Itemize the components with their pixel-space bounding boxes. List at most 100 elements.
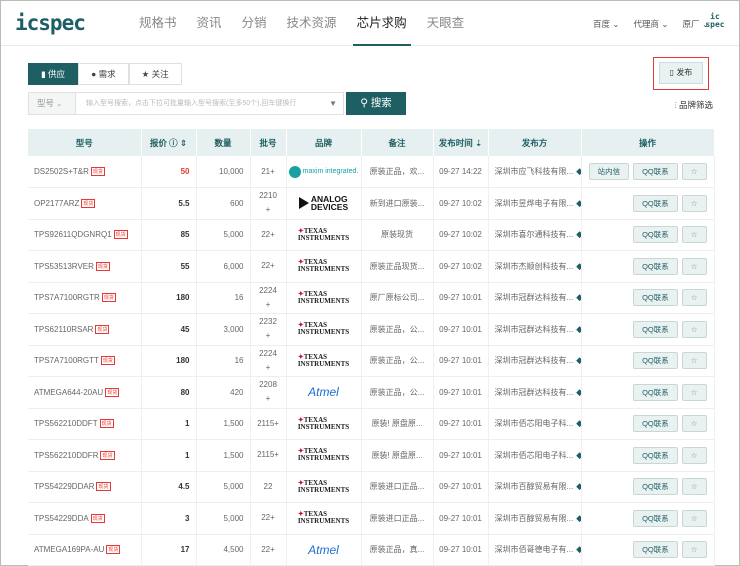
publisher-cell[interactable]: 深圳市应飞科技有限...◆ — [488, 156, 582, 188]
tab-supply[interactable]: ▮ 供应 — [28, 63, 79, 85]
right-nav-dropdown[interactable]: 百度 ⌄ — [593, 18, 619, 30]
nav-item[interactable]: 资讯 — [187, 1, 232, 46]
right-nav-dropdown[interactable]: 代理商 ⌄ — [634, 18, 669, 30]
publisher-name[interactable]: 深圳市杰顺创科技有... — [495, 262, 574, 271]
qq-contact-button[interactable]: QQ联系 — [633, 383, 678, 401]
part-number[interactable]: TPS62110RSAR — [34, 325, 93, 334]
star-icon[interactable]: ☆ — [681, 415, 707, 433]
publisher-name[interactable]: 深圳市冠群达科技有... — [495, 388, 574, 397]
publish-button[interactable]: ▯ 发布 — [659, 62, 703, 84]
star-icon[interactable]: ☆ — [681, 289, 707, 307]
part-number-cell[interactable]: TPS562210DDFR 现货 — [28, 439, 142, 472]
part-number[interactable]: ATMEGA644-20AU — [34, 388, 103, 397]
brand-cell[interactable]: maxim integrated. — [286, 156, 362, 188]
brand-cell[interactable]: ✦TEXAS INSTRUMENTS — [286, 345, 362, 377]
qq-contact-button[interactable]: QQ联系 — [633, 194, 678, 212]
publisher-name[interactable]: 深圳市冠群达科技有... — [495, 293, 574, 302]
part-number[interactable]: TPS92611QDGNRQ1 — [34, 230, 112, 239]
publisher-cell[interactable]: 深圳市百醇贸易有限...◆ — [488, 502, 582, 535]
brand-filter-button[interactable]: ⫶ 品牌筛选 — [674, 99, 713, 111]
qq-contact-button[interactable]: QQ联系 — [633, 446, 678, 464]
brand-cell[interactable]: ✦TEXAS INSTRUMENTS — [286, 219, 362, 251]
qq-contact-button[interactable]: QQ联系 — [633, 415, 678, 433]
publisher-cell[interactable]: 深圳市佰芯阳电子科...◆ — [488, 439, 582, 472]
publisher-cell[interactable]: 深圳市冠群达科技有...◆ — [488, 313, 582, 346]
star-icon[interactable]: ☆ — [681, 163, 707, 180]
nav-item[interactable]: 天眼查 — [417, 1, 475, 46]
publisher-cell[interactable]: 深圳市冠群达科技有...◆ — [488, 345, 582, 377]
search-type-select[interactable]: 型号 ⌄ — [28, 92, 76, 115]
brand-cell[interactable]: Atmel — [286, 534, 362, 566]
qq-contact-button[interactable]: QQ联系 — [633, 289, 678, 307]
publisher-name[interactable]: 深圳市佰哥德电子有... — [495, 545, 574, 554]
publisher-name[interactable]: 深圳市百醇贸易有限... — [495, 482, 574, 491]
publisher-cell[interactable]: 深圳市百醇贸易有限...◆ — [488, 471, 582, 503]
star-icon[interactable]: ☆ — [681, 226, 707, 244]
star-icon[interactable]: ☆ — [681, 478, 707, 496]
tab-follow[interactable]: ★ 关注 — [128, 63, 182, 85]
nav-item[interactable]: 技术资源 — [277, 1, 347, 46]
publisher-cell[interactable]: 深圳市冠群达科技有...◆ — [488, 282, 582, 314]
star-icon[interactable]: ☆ — [681, 383, 707, 401]
part-number[interactable]: TPS53513RVER — [34, 262, 94, 271]
tab-demand[interactable]: ● 需求 — [78, 63, 129, 85]
publisher-name[interactable]: 深圳市佰芯阳电子科... — [495, 451, 574, 460]
qq-contact-button[interactable]: QQ联系 — [633, 509, 678, 527]
nav-item[interactable]: 分销 — [232, 1, 277, 46]
part-number-cell[interactable]: TPS53513RVER 现货 — [28, 250, 142, 283]
part-number[interactable]: DS2502S+T&R — [34, 167, 89, 176]
qq-contact-button[interactable]: QQ联系 — [633, 257, 678, 275]
star-icon[interactable]: ☆ — [681, 194, 707, 212]
publisher-cell[interactable]: 深圳市佰芯阳电子科...◆ — [488, 408, 582, 440]
publisher-cell[interactable]: 深圳市冠群达科技有...◆ — [488, 376, 582, 409]
part-number-cell[interactable]: TPS54229DDAR 现货 — [28, 471, 142, 503]
mini-logo[interactable]: ic spec — [705, 13, 725, 29]
logo[interactable]: icspec — [15, 11, 86, 35]
publisher-cell[interactable]: 深圳市昱烨电子有限...◆ — [488, 187, 582, 220]
qq-contact-button[interactable]: QQ联系 — [633, 478, 678, 496]
part-number[interactable]: TPS54229DDA — [34, 514, 89, 523]
publisher-cell[interactable]: 深圳市喜尔通科技有...◆ — [488, 219, 582, 251]
brand-cell[interactable]: ✦TEXAS INSTRUMENTS — [286, 502, 362, 535]
part-number[interactable]: TPS7A7100RGTR — [34, 293, 100, 302]
part-number-cell[interactable]: ATMEGA169PA-AU 现货 — [28, 534, 142, 566]
qq-contact-button[interactable]: QQ联系 — [633, 541, 678, 559]
brand-cell[interactable]: Atmel — [286, 376, 362, 409]
part-number-cell[interactable]: TPS54229DDA 现货 — [28, 502, 142, 535]
publisher-cell[interactable]: 深圳市佰哥德电子有...◆ — [488, 534, 582, 566]
part-number-cell[interactable]: TPS62110RSAR 现货 — [28, 313, 142, 346]
message-button[interactable]: 站内信 — [588, 163, 630, 180]
part-number-cell[interactable]: TPS562210DDFT 现货 — [28, 408, 142, 440]
publisher-name[interactable]: 深圳市昱烨电子有限... — [495, 199, 574, 208]
part-number-cell[interactable]: TPS7A7100RGTT 现货 — [28, 345, 142, 377]
publisher-name[interactable]: 深圳市应飞科技有限... — [495, 167, 574, 176]
publisher-name[interactable]: 深圳市喜尔通科技有... — [495, 230, 574, 239]
brand-cell[interactable]: ✦TEXAS INSTRUMENTS — [286, 313, 362, 346]
publisher-name[interactable]: 深圳市百醇贸易有限... — [495, 514, 574, 523]
star-icon[interactable]: ☆ — [681, 446, 707, 464]
brand-cell[interactable]: ✦TEXAS INSTRUMENTS — [286, 408, 362, 440]
brand-cell[interactable]: ✦TEXAS INSTRUMENTS — [286, 439, 362, 472]
part-number[interactable]: TPS562210DDFT — [34, 419, 98, 428]
brand-cell[interactable]: ✦TEXAS INSTRUMENTS — [286, 250, 362, 283]
part-number[interactable]: TPS7A7100RGTT — [34, 356, 99, 365]
column-header[interactable]: 发布时间 ⇣ — [433, 129, 489, 156]
part-number-cell[interactable]: DS2502S+T&R 现货 — [28, 156, 142, 188]
part-number-cell[interactable]: TPS92611QDGNRQ1 现货 — [28, 219, 142, 251]
publisher-cell[interactable]: 深圳市杰顺创科技有...◆ — [488, 250, 582, 283]
brand-cell[interactable]: ✦TEXAS INSTRUMENTS — [286, 282, 362, 314]
qq-contact-button[interactable]: QQ联系 — [633, 163, 678, 180]
brand-cell[interactable]: ✦TEXAS INSTRUMENTS — [286, 471, 362, 503]
nav-item[interactable]: 芯片求购 — [347, 1, 417, 46]
nav-item[interactable]: 规格书 — [129, 1, 187, 46]
star-icon[interactable]: ☆ — [681, 541, 707, 559]
publisher-name[interactable]: 深圳市冠群达科技有... — [495, 325, 574, 334]
star-icon[interactable]: ☆ — [681, 352, 707, 370]
brand-cell[interactable]: ANALOG DEVICES — [286, 187, 362, 220]
qq-contact-button[interactable]: QQ联系 — [633, 320, 678, 338]
search-button[interactable]: ⚲ 搜索 — [346, 92, 406, 115]
part-number[interactable]: OP2177ARZ — [34, 199, 79, 208]
dropdown-caret-icon[interactable]: ▼ — [329, 93, 337, 114]
part-number[interactable]: TPS562210DDFR — [34, 451, 98, 460]
column-header[interactable]: 报价 ⓘ ⇕ — [141, 129, 197, 156]
